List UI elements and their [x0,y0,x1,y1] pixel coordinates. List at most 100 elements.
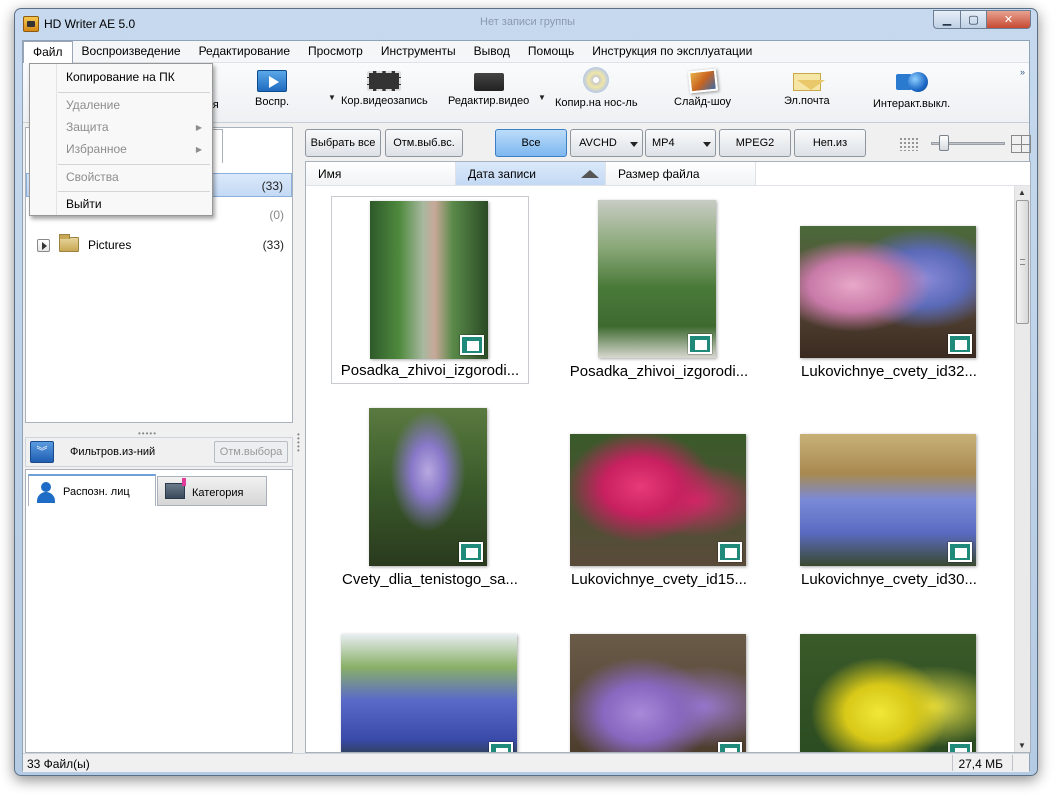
filter-toggle-button[interactable]: ︾ [30,441,54,463]
toolbar-cut-video-button[interactable]: Кор.видеозапись [341,67,428,107]
minimize-button[interactable]: ▁ [933,10,960,29]
menu-output[interactable]: Вывод [465,41,519,62]
toolbar-email-label: Эл.почта [784,95,830,107]
scrollbar-thumb[interactable] [1016,200,1029,324]
filter-label: Фильтров.из-ний [70,446,155,458]
thumbnail-image [370,201,488,359]
filter-reset-button[interactable]: Отм.выбора [214,441,288,463]
photo-badge-icon [718,742,742,753]
photo-badge-icon [718,542,742,562]
menu-favorites[interactable]: Избранное [66,142,127,156]
vertical-splitter[interactable]: ••••• [297,433,300,453]
format-filter-bar: Выбрать все Отм.выб.вс. Все AVCHD MP4 MP… [305,127,1031,159]
menu-copy-to-pc[interactable]: Копирование на ПК [66,70,175,84]
menu-help[interactable]: Помощь [519,41,583,62]
photo-badge-icon [948,334,972,354]
toolbar-overflow-button[interactable]: » [1020,67,1025,77]
sort-ascending-icon [581,170,599,178]
thumbnail-item[interactable]: Posadka_zhivoi_izgorodi... [560,196,758,384]
scroll-up-icon[interactable]: ▲ [1017,188,1027,197]
thumbnail-item[interactable]: Posadka_zhivoi_izgorodi... [331,196,529,384]
menu-edit[interactable]: Редактирование [190,41,299,62]
column-date-header[interactable]: Дата записи [456,162,606,186]
toolbar-email-button[interactable]: Эл.почта [784,67,830,107]
disc-copy-icon [583,67,609,93]
column-date-label: Дата записи [468,167,536,181]
menu-file[interactable]: Файл [23,41,73,63]
thumbnail-item[interactable] [331,632,529,753]
expand-icon[interactable] [37,239,50,252]
tab-category-label: Категория [192,477,243,509]
status-file-count: 33 Файл(ы) [27,757,90,771]
client-area: Файл Воспроизведение Редактирование Прос… [22,40,1030,771]
toolbar-slideshow-button[interactable]: Слайд-шоу [674,67,731,108]
tree-row-pictures[interactable]: Pictures (33) [26,233,292,257]
toolbar-interactive-button[interactable]: Интеракт.выкл. [873,67,950,110]
thumbnail-item[interactable]: Lukovichnye_cvety_id15... [560,404,758,592]
menu-separator [58,164,210,165]
toolbar-edit-video-button[interactable]: Редактир.видео [448,67,529,107]
filter-avchd-button[interactable]: AVCHD [570,129,626,157]
large-thumbnails-icon[interactable] [1011,135,1031,153]
thumbnail-item[interactable] [790,632,988,753]
mp4-dropdown-arrow[interactable] [698,129,716,157]
header-fill [756,162,1030,186]
select-all-button[interactable]: Выбрать все [305,129,381,157]
scroll-down-icon[interactable]: ▼ [1017,741,1027,750]
vertical-scrollbar[interactable]: ▲ ▼ [1014,186,1030,752]
toolbar-copy-media-button[interactable]: Копир.на нос-ль [555,67,638,109]
thumbnail-item[interactable] [560,632,758,753]
thumbnail-image [800,634,976,753]
play-icon [257,70,287,92]
small-thumbnails-icon[interactable] [899,137,919,151]
maximize-button[interactable]: ▢ [960,10,986,29]
category-icon [165,483,185,499]
menu-delete[interactable]: Удаление [66,98,120,112]
maximize-icon: ▢ [968,13,978,26]
tab-face-recognition[interactable]: Распозн. лиц [28,474,156,506]
column-name-header[interactable]: Имя [306,162,456,186]
deselect-all-button[interactable]: Отм.выб.вс. [385,129,463,157]
scrollbar-grip [1020,259,1025,265]
tab-face-label: Распозн. лиц [63,476,130,508]
menu-view[interactable]: Просмотр [299,41,372,62]
filter-mp4-button[interactable]: MP4 [645,129,699,157]
edit-video-dropdown-arrow[interactable]: ▼ [538,93,546,102]
status-total-size: 27,4 МБ [958,757,1003,771]
thumbnail-size-slider-handle[interactable] [939,135,949,151]
photo-badge-icon [948,542,972,562]
thumbnail-label: Posadka_zhivoi_izgorodi... [332,362,528,379]
file-menu-dropdown: Копирование на ПК Удаление Защита ▶ Избр… [29,63,213,216]
filter-unknown-button[interactable]: Неп.из [794,129,866,157]
thumbnail-item[interactable]: Cvety_dlia_tenistogo_sa... [331,404,529,592]
video-edit-icon [474,73,504,91]
toolbar-slideshow-label: Слайд-шоу [674,96,731,108]
menu-protect[interactable]: Защита [66,120,109,134]
filter-all-button[interactable]: Все [495,129,567,157]
play-dropdown-arrow[interactable]: ▼ [328,93,336,102]
thumbnail-image [570,434,746,566]
menu-manual[interactable]: Инструкция по эксплуатации [583,41,761,62]
toolbar-play-button[interactable]: Воспр. [255,67,289,108]
thumbnail-label: Lukovichnye_cvety_id32... [790,363,988,380]
menu-properties[interactable]: Свойства [66,170,119,184]
tab-category[interactable]: Категория [157,476,267,506]
avchd-dropdown-arrow[interactable] [625,129,643,157]
close-button[interactable]: ✕ [986,10,1031,29]
menu-exit[interactable]: Выйти [66,197,102,211]
submenu-arrow-icon: ▶ [196,145,202,154]
thumbnail-label: Cvety_dlia_tenistogo_sa... [331,571,529,588]
photo-badge-icon [948,742,972,753]
thumbnail-item[interactable]: Lukovichnye_cvety_id30... [790,404,988,592]
window-title-center: Нет записи группы [480,16,575,28]
app-icon[interactable] [23,16,39,32]
column-size-header[interactable]: Размер файла [606,162,756,186]
title-bar[interactable]: HD Writer AE 5.0 Нет записи группы ▁ ▢ ✕ [15,9,1037,39]
thumbnail-image [800,226,976,358]
filter-mpeg2-button[interactable]: MPEG2 [719,129,791,157]
thumbnail-item[interactable]: Lukovichnye_cvety_id32... [790,196,988,384]
toolbar-edit-video-label: Редактир.видео [448,95,529,107]
menu-tools[interactable]: Инструменты [372,41,465,62]
filter-bar: ︾ Фильтров.из-ний Отм.выбора [25,437,293,467]
menu-playback[interactable]: Воспроизведение [73,41,190,62]
